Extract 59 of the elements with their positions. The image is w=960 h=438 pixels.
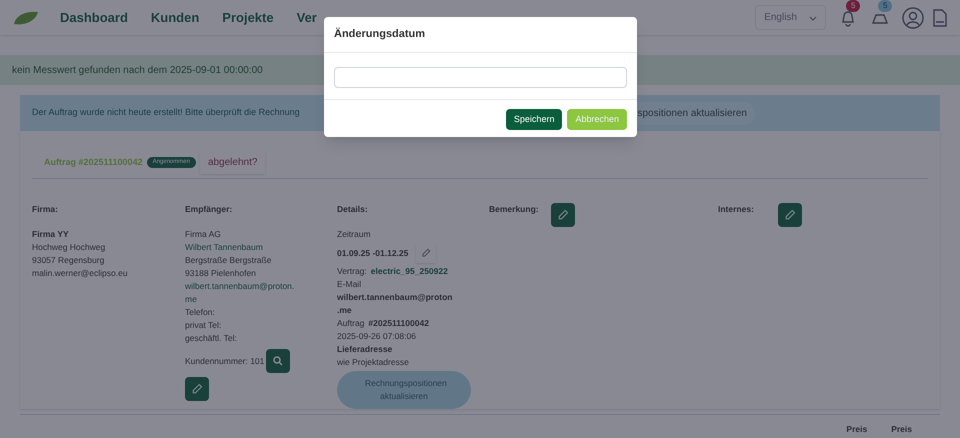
period-label: Zeitraum (337, 228, 372, 241)
message-badge: 5 (878, 0, 892, 12)
column-heading: Details: (337, 203, 369, 216)
phone-label: geschäftl. Tel: (185, 332, 238, 345)
pencil-icon (421, 248, 432, 258)
chevron-icon (809, 14, 817, 22)
column-heading: Empfänger: (185, 203, 234, 216)
contract-label: Vertrag: (337, 265, 367, 278)
reject-tab[interactable]: abgelehnt? (200, 151, 266, 174)
cancel-button[interactable]: Abbrechen (567, 109, 627, 130)
date-input[interactable] (334, 67, 627, 88)
address-line: Bergstraße Bergstraße (185, 254, 272, 267)
delivery-value: wie Projektadresse (337, 356, 410, 369)
pencil-icon (784, 209, 796, 221)
edit-button[interactable] (550, 203, 575, 227)
order-title: Auftrag #202511100042 (44, 156, 143, 169)
user-avatar-icon[interactable] (902, 6, 924, 28)
contact-name: Wilbert Tannenbaum (185, 241, 264, 254)
email-text: wilbert.tannenbaum@proton. me (185, 280, 296, 306)
notification-badge: 5 (846, 0, 860, 12)
order-number: #202511100042 (368, 317, 429, 330)
delivery-label: Lieferadresse (337, 343, 394, 356)
info-message: Der Auftrag wurde nicht heute erstellt! Bitte überprüft die Rechnung (32, 106, 300, 120)
document-icon[interactable] (932, 8, 948, 28)
address-line: Hochweg Hochweg (32, 241, 106, 254)
phone-label: privat Tel: (185, 319, 222, 332)
language-select[interactable]: English (755, 5, 826, 30)
pencil-icon (556, 209, 569, 221)
column-header: Preis (846, 423, 868, 436)
address-line: 93188 Pielenhofen (185, 267, 257, 280)
save-button[interactable]: Speichern (506, 109, 562, 130)
email-value: wilbert.tannenbaum@proton .me (337, 291, 454, 317)
column-heading: Internes: (718, 203, 754, 216)
nav-link[interactable]: Projekte (222, 8, 274, 28)
order-label: Auftrag (337, 317, 364, 330)
modal-title: Änderungsdatum (324, 17, 637, 53)
edit-button[interactable] (778, 203, 802, 227)
search-button[interactable] (266, 349, 290, 373)
nav-link[interactable]: Dashboard (60, 8, 128, 28)
email-label: E-Mail (337, 278, 362, 291)
pencil-icon (191, 383, 203, 395)
contract-value: electric_95_250922 (370, 265, 448, 278)
nav-link[interactable]: Kunden (150, 8, 200, 28)
search-icon (273, 356, 284, 366)
phone-label: Telefon: (185, 306, 216, 319)
created-date: 2025-09-26 07:08:06 (337, 330, 417, 343)
customer-number: Kundennummer: 101 (185, 354, 264, 368)
update-positions-button[interactable]: Rechnungspositionen aktualisieren (337, 371, 471, 409)
column-heading: Firma: (32, 203, 59, 216)
address-line: 93057 Regensburg (32, 254, 106, 267)
column-heading: Bemerkung: (489, 203, 539, 216)
nav-link[interactable]: Ver (296, 8, 317, 28)
period-value: 01.09.25 -01.12.25 (337, 246, 408, 260)
address-line: malin.werner@eclipso.eu (32, 267, 129, 280)
leaf-logo-icon (12, 10, 40, 26)
edit-button[interactable] (185, 377, 209, 401)
column-header: Preis (891, 423, 912, 436)
company-name: Firma YY (32, 228, 70, 241)
company-name: Firma AG (185, 228, 222, 241)
